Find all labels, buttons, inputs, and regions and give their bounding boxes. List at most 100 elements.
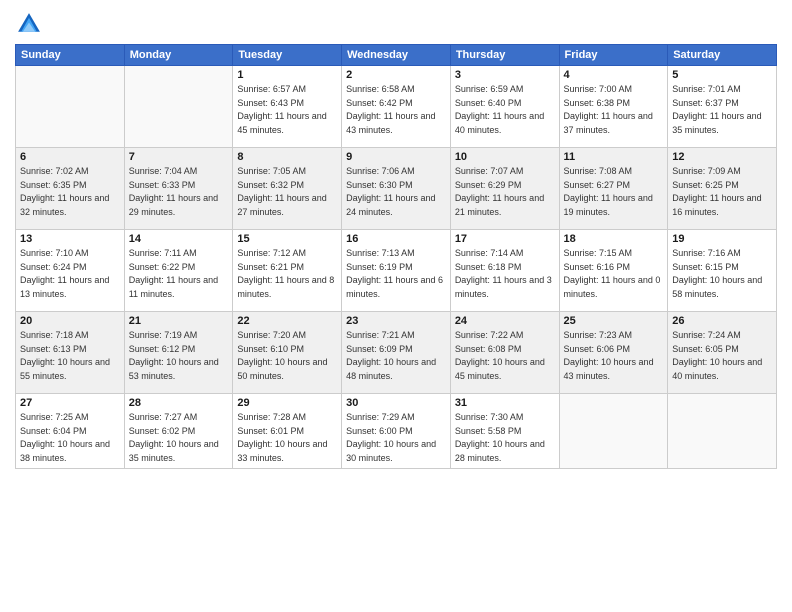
weekday-header-saturday: Saturday bbox=[668, 45, 777, 66]
day-number: 21 bbox=[129, 315, 229, 327]
weekday-header-sunday: Sunday bbox=[16, 45, 125, 66]
calendar-cell: 10 Sunrise: 7:07 AM Sunset: 6:29 PM Dayli… bbox=[450, 148, 559, 230]
calendar-cell: 23 Sunrise: 7:21 AM Sunset: 6:09 PM Dayli… bbox=[342, 312, 451, 394]
calendar-cell bbox=[16, 66, 125, 148]
day-info: Sunrise: 7:27 AM Sunset: 6:02 PM Dayligh… bbox=[129, 411, 229, 465]
day-info: Sunrise: 7:28 AM Sunset: 6:01 PM Dayligh… bbox=[237, 411, 337, 465]
day-info: Sunrise: 7:16 AM Sunset: 6:15 PM Dayligh… bbox=[672, 247, 772, 301]
day-number: 6 bbox=[20, 151, 120, 163]
day-number: 5 bbox=[672, 69, 772, 81]
day-number: 13 bbox=[20, 233, 120, 245]
calendar-cell: 4 Sunrise: 7:00 AM Sunset: 6:38 PM Daylig… bbox=[559, 66, 668, 148]
calendar-cell: 16 Sunrise: 7:13 AM Sunset: 6:19 PM Dayli… bbox=[342, 230, 451, 312]
weekday-header-friday: Friday bbox=[559, 45, 668, 66]
calendar-cell: 26Sunrise: 7:24 AM Sunset: 6:05 PM Dayli… bbox=[668, 312, 777, 394]
calendar-cell: 3Sunrise: 6:59 AM Sunset: 6:40 PM Daylig… bbox=[450, 66, 559, 148]
day-info: Sunrise: 7:00 AM Sunset: 6:38 PM Dayligh… bbox=[564, 83, 664, 137]
day-info: Sunrise: 7:30 AM Sunset: 5:58 PM Dayligh… bbox=[455, 411, 555, 465]
day-info: Sunrise: 7:29 AM Sunset: 6:00 PM Dayligh… bbox=[346, 411, 446, 465]
day-number: 23 bbox=[346, 315, 446, 327]
day-info: Sunrise: 7:09 AM Sunset: 6:25 PM Dayligh… bbox=[672, 165, 772, 219]
header-row: SundayMondayTuesdayWednesdayThursdayFrid… bbox=[16, 45, 777, 66]
calendar-cell: 30 Sunrise: 7:29 AM Sunset: 6:00 PM Dayli… bbox=[342, 394, 451, 469]
day-info: Sunrise: 7:10 AM Sunset: 6:24 PM Dayligh… bbox=[20, 247, 120, 301]
day-info: Sunrise: 7:23 AM Sunset: 6:06 PM Dayligh… bbox=[564, 329, 664, 383]
day-info: Sunrise: 7:07 AM Sunset: 6:29 PM Dayligh… bbox=[455, 165, 555, 219]
calendar-cell: 7Sunrise: 7:04 AM Sunset: 6:33 PM Daylig… bbox=[124, 148, 233, 230]
calendar-cell: 5 Sunrise: 7:01 AM Sunset: 6:37 PM Daylig… bbox=[668, 66, 777, 148]
calendar-cell bbox=[124, 66, 233, 148]
calendar-cell bbox=[559, 394, 668, 469]
day-info: Sunrise: 7:24 AM Sunset: 6:05 PM Dayligh… bbox=[672, 329, 772, 383]
day-number: 16 bbox=[346, 233, 446, 245]
day-number: 8 bbox=[237, 151, 337, 163]
day-number: 15 bbox=[237, 233, 337, 245]
day-info: Sunrise: 7:01 AM Sunset: 6:37 PM Dayligh… bbox=[672, 83, 772, 137]
calendar-cell: 17 Sunrise: 7:14 AM Sunset: 6:18 PM Dayli… bbox=[450, 230, 559, 312]
day-info: Sunrise: 7:13 AM Sunset: 6:19 PM Dayligh… bbox=[346, 247, 446, 301]
calendar-cell: 11 Sunrise: 7:08 AM Sunset: 6:27 PM Dayli… bbox=[559, 148, 668, 230]
day-info: Sunrise: 7:08 AM Sunset: 6:27 PM Dayligh… bbox=[564, 165, 664, 219]
calendar-cell: 15 Sunrise: 7:12 AM Sunset: 6:21 PM Dayli… bbox=[233, 230, 342, 312]
calendar-cell: 8Sunrise: 7:05 AM Sunset: 6:32 PM Daylig… bbox=[233, 148, 342, 230]
calendar-cell: 21 Sunrise: 7:19 AM Sunset: 6:12 PM Dayli… bbox=[124, 312, 233, 394]
day-number: 24 bbox=[455, 315, 555, 327]
day-info: Sunrise: 6:58 AM Sunset: 6:42 PM Dayligh… bbox=[346, 83, 446, 137]
day-number: 14 bbox=[129, 233, 229, 245]
day-info: Sunrise: 7:19 AM Sunset: 6:12 PM Dayligh… bbox=[129, 329, 229, 383]
day-number: 31 bbox=[455, 397, 555, 409]
day-info: Sunrise: 7:21 AM Sunset: 6:09 PM Dayligh… bbox=[346, 329, 446, 383]
logo-icon bbox=[15, 10, 43, 38]
day-number: 30 bbox=[346, 397, 446, 409]
day-info: Sunrise: 7:15 AM Sunset: 6:16 PM Dayligh… bbox=[564, 247, 664, 301]
week-row-1: 1 Sunrise: 6:57 AM Sunset: 6:43 PM Daylig… bbox=[16, 66, 777, 148]
calendar-cell: 25 Sunrise: 7:23 AM Sunset: 6:06 PM Dayli… bbox=[559, 312, 668, 394]
day-number: 29 bbox=[237, 397, 337, 409]
day-number: 20 bbox=[20, 315, 120, 327]
day-number: 27 bbox=[20, 397, 120, 409]
calendar-cell: 13 Sunrise: 7:10 AM Sunset: 6:24 PM Dayli… bbox=[16, 230, 125, 312]
calendar-cell: 2Sunrise: 6:58 AM Sunset: 6:42 PM Daylig… bbox=[342, 66, 451, 148]
weekday-header-thursday: Thursday bbox=[450, 45, 559, 66]
day-number: 17 bbox=[455, 233, 555, 245]
calendar-cell: 29 Sunrise: 7:28 AM Sunset: 6:01 PM Dayli… bbox=[233, 394, 342, 469]
logo bbox=[15, 10, 47, 38]
day-number: 18 bbox=[564, 233, 664, 245]
day-info: Sunrise: 6:57 AM Sunset: 6:43 PM Dayligh… bbox=[237, 83, 337, 137]
day-info: Sunrise: 7:02 AM Sunset: 6:35 PM Dayligh… bbox=[20, 165, 120, 219]
weekday-header-tuesday: Tuesday bbox=[233, 45, 342, 66]
calendar-cell: 28 Sunrise: 7:27 AM Sunset: 6:02 PM Dayli… bbox=[124, 394, 233, 469]
calendar-cell: 27Sunrise: 7:25 AM Sunset: 6:04 PM Dayli… bbox=[16, 394, 125, 469]
day-number: 22 bbox=[237, 315, 337, 327]
day-info: Sunrise: 6:59 AM Sunset: 6:40 PM Dayligh… bbox=[455, 83, 555, 137]
day-info: Sunrise: 7:12 AM Sunset: 6:21 PM Dayligh… bbox=[237, 247, 337, 301]
day-number: 10 bbox=[455, 151, 555, 163]
header bbox=[15, 10, 777, 38]
day-number: 25 bbox=[564, 315, 664, 327]
calendar-cell bbox=[668, 394, 777, 469]
calendar-cell: 1 Sunrise: 6:57 AM Sunset: 6:43 PM Daylig… bbox=[233, 66, 342, 148]
calendar-cell: 6 Sunrise: 7:02 AM Sunset: 6:35 PM Daylig… bbox=[16, 148, 125, 230]
day-number: 1 bbox=[237, 69, 337, 81]
day-number: 11 bbox=[564, 151, 664, 163]
calendar-cell: 14 Sunrise: 7:11 AM Sunset: 6:22 PM Dayli… bbox=[124, 230, 233, 312]
day-number: 28 bbox=[129, 397, 229, 409]
calendar-cell: 19 Sunrise: 7:16 AM Sunset: 6:15 PM Dayli… bbox=[668, 230, 777, 312]
calendar-table: SundayMondayTuesdayWednesdayThursdayFrid… bbox=[15, 44, 777, 469]
calendar-cell: 31 Sunrise: 7:30 AM Sunset: 5:58 PM Dayli… bbox=[450, 394, 559, 469]
day-info: Sunrise: 7:20 AM Sunset: 6:10 PM Dayligh… bbox=[237, 329, 337, 383]
day-info: Sunrise: 7:22 AM Sunset: 6:08 PM Dayligh… bbox=[455, 329, 555, 383]
day-number: 9 bbox=[346, 151, 446, 163]
day-number: 4 bbox=[564, 69, 664, 81]
week-row-4: 20 Sunrise: 7:18 AM Sunset: 6:13 PM Dayli… bbox=[16, 312, 777, 394]
day-number: 19 bbox=[672, 233, 772, 245]
day-number: 12 bbox=[672, 151, 772, 163]
week-row-2: 6 Sunrise: 7:02 AM Sunset: 6:35 PM Daylig… bbox=[16, 148, 777, 230]
day-info: Sunrise: 7:18 AM Sunset: 6:13 PM Dayligh… bbox=[20, 329, 120, 383]
week-row-5: 27Sunrise: 7:25 AM Sunset: 6:04 PM Dayli… bbox=[16, 394, 777, 469]
calendar-cell: 12 Sunrise: 7:09 AM Sunset: 6:25 PM Dayli… bbox=[668, 148, 777, 230]
day-info: Sunrise: 7:04 AM Sunset: 6:33 PM Dayligh… bbox=[129, 165, 229, 219]
day-info: Sunrise: 7:14 AM Sunset: 6:18 PM Dayligh… bbox=[455, 247, 555, 301]
weekday-header-wednesday: Wednesday bbox=[342, 45, 451, 66]
day-info: Sunrise: 7:11 AM Sunset: 6:22 PM Dayligh… bbox=[129, 247, 229, 301]
